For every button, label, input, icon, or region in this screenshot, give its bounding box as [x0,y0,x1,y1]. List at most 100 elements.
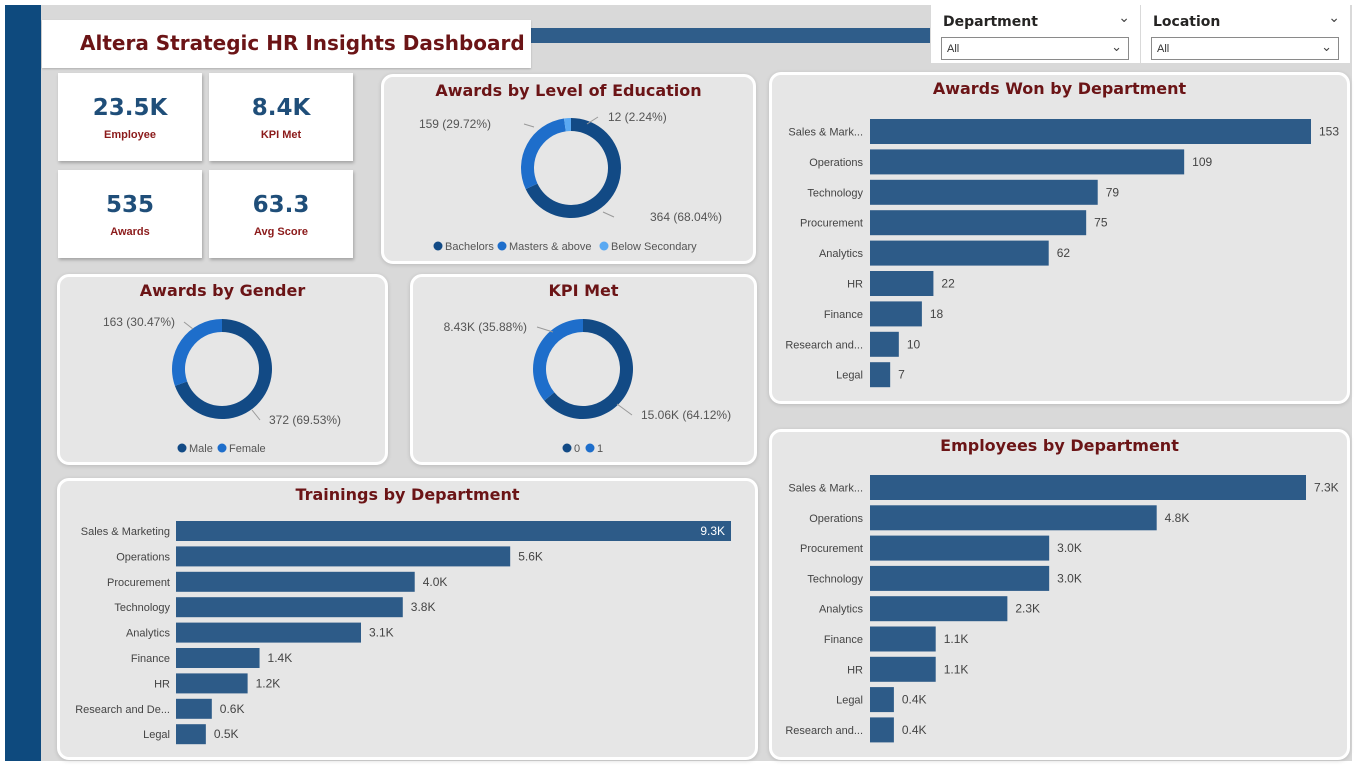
bar[interactable] [870,475,1306,500]
bar[interactable] [870,179,1098,205]
awards_dept-svg: Sales & Mark... 153 Operations 109 Technolog… [785,119,1339,388]
department-dropdown-value: All [947,43,960,55]
employees-by-department-card: Employees by Department Sales & Mark... 7… [769,429,1350,760]
bar[interactable] [176,698,212,719]
location-slicer-label: Location [1153,14,1221,30]
kpi-value: 23.5K [92,95,168,121]
awards-by-gender-card: Awards by Gender 372 (69.53%) 163 (30.47%… [57,274,388,465]
legend-label[interactable]: 1 [597,443,603,455]
bar[interactable] [870,301,922,327]
left-accent-bar [5,5,41,761]
location-slicer: Location ⌄ All ⌄ [1141,5,1350,63]
location-dropdown-value: All [1157,43,1170,55]
legend-marker [599,241,609,251]
legend-marker [177,443,187,453]
bar-value-label: 7.3K [1314,481,1339,495]
bar[interactable] [870,656,936,682]
bar[interactable] [176,546,511,567]
bar[interactable] [870,149,1185,175]
category-label: Legal [836,370,863,382]
bar-value-label: 3.0K [1057,571,1082,585]
category-label: Sales & Mark... [788,127,863,139]
bar-value-label: 5.6K [518,549,543,563]
trainings-by-department-card: Trainings by Department Sales & Marketin… [57,478,758,760]
legend-marker [585,443,595,453]
category-label: Operations [809,157,863,169]
bar-value-label: 1.2K [256,676,281,690]
legend-label[interactable]: Below Secondary [611,241,697,253]
awards-by-education-card: Awards by Level of Education 364 (68.04%… [381,74,756,264]
chevron-down-icon[interactable]: ⌄ [1118,9,1130,26]
bar-value-label: 0.4K [902,693,927,707]
bar[interactable] [870,362,891,388]
donut-slice[interactable] [521,118,566,190]
bar[interactable] [176,571,415,592]
leader-line [616,403,633,416]
kpi-card-employee: 23.5K Employee [58,73,202,161]
donut-slice[interactable] [533,319,583,401]
kpi-value: 63.3 [252,192,310,218]
bar-value-label: 153 [1319,125,1339,139]
legend-label[interactable]: Male [189,443,213,455]
category-label: Procurement [107,577,170,589]
kpi-label: Employee [104,129,156,141]
data-label: 364 (68.04%) [650,210,722,224]
location-dropdown[interactable]: All ⌄ [1151,37,1339,60]
bar-value-label: 2.3K [1015,602,1040,616]
chevron-down-icon[interactable]: ⌄ [1328,9,1340,26]
category-label: HR [847,279,863,291]
category-label: Technology [114,602,170,614]
employees_dept-svg: Sales & Mark... 7.3K Operations 4.8K Procure… [785,475,1339,743]
bar[interactable] [870,271,934,296]
bar[interactable] [870,119,1311,144]
bar[interactable] [176,521,731,541]
legend-marker [433,241,443,251]
legend-label[interactable]: Masters & above [509,241,592,253]
legend-marker [217,443,227,453]
bar[interactable] [176,622,361,643]
department-dropdown[interactable]: All ⌄ [941,37,1129,60]
page-title: Altera Strategic HR Insights Dashboard [80,31,525,55]
bar[interactable] [870,687,894,713]
category-label: Analytics [819,604,864,616]
bar[interactable] [870,535,1050,561]
bar[interactable] [870,717,894,743]
bar[interactable] [176,597,403,618]
category-label: Operations [809,513,863,525]
bar[interactable] [870,505,1157,531]
data-label: 372 (69.53%) [269,413,341,427]
category-label: Finance [824,634,863,646]
category-label: Sales & Marketing [81,526,170,538]
bar-value-label: 7 [898,368,905,382]
legend-label[interactable]: Bachelors [445,241,494,253]
category-label: Sales & Mark... [788,483,863,495]
legend-marker [562,443,572,453]
bar-value-label: 0.5K [214,727,239,741]
bar[interactable] [176,724,206,745]
bar-value-label: 18 [930,307,944,321]
bar-value-label: 1.4K [268,651,293,665]
data-label: 163 (30.47%) [103,315,175,329]
bar[interactable] [870,331,899,357]
category-label: Research and De... [75,704,170,716]
bar[interactable] [870,565,1050,591]
bar[interactable] [176,673,248,694]
bar[interactable] [870,626,936,652]
bar-value-label: 10 [907,337,921,351]
bar-value-label: 79 [1106,185,1120,199]
bar[interactable] [870,240,1049,266]
bar[interactable] [870,596,1008,622]
education-svg: 364 (68.04%) 159 (29.72%) 12 (2.24%) Bachel… [419,110,722,253]
bar-value-label: 75 [1094,216,1108,230]
bar-value-label: 1.1K [944,632,969,646]
donut-slice[interactable] [172,319,222,386]
kpi-card-kpi-met: 8.4K KPI Met [209,73,353,161]
bar[interactable] [870,210,1087,236]
bar-value-label: 4.8K [1165,511,1190,525]
category-label: Analytics [126,628,171,640]
category-label: Analytics [819,248,864,260]
legend-label[interactable]: 0 [574,443,580,455]
bar[interactable] [176,648,260,668]
legend-label[interactable]: Female [229,443,266,455]
legend-marker [497,241,507,251]
